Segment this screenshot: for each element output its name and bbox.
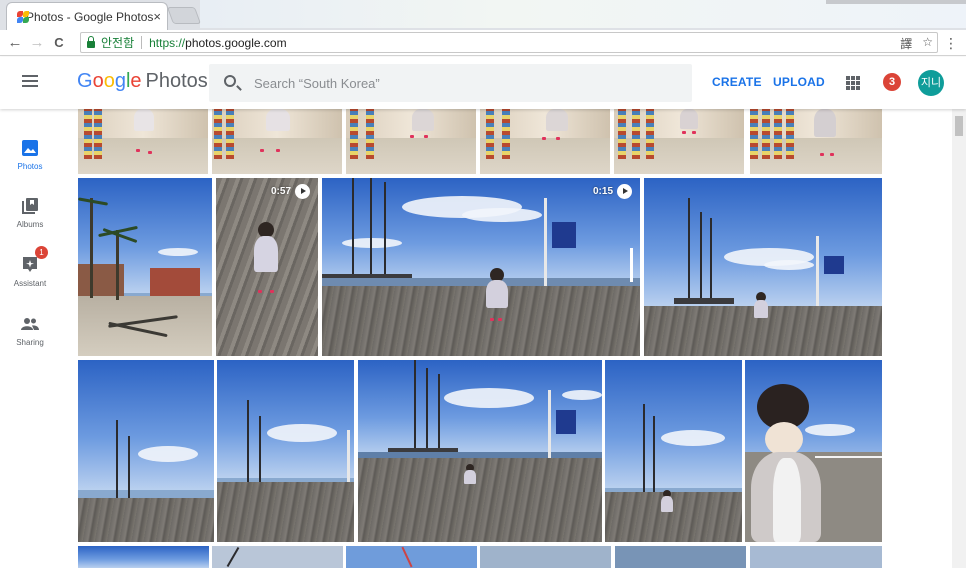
sidebar-item-label: Photos xyxy=(17,162,43,171)
video-duration: 0:15 xyxy=(592,186,613,197)
google-photos-logo[interactable]: Google Photos xyxy=(77,70,208,93)
window-controls[interactable] xyxy=(826,0,966,4)
photo-thumbnail[interactable] xyxy=(480,109,610,174)
photo-thumbnail[interactable] xyxy=(217,360,354,542)
play-icon xyxy=(617,184,632,199)
browser-menu-icon[interactable]: ⋮ xyxy=(944,35,958,52)
play-icon xyxy=(295,184,310,199)
sidebar-item-sharing[interactable]: Sharing xyxy=(0,315,60,347)
notifications-badge[interactable]: 3 xyxy=(883,73,901,91)
secure-label: 안전함 xyxy=(101,36,135,50)
lock-icon xyxy=(87,35,95,48)
url-protocol: https:// xyxy=(149,35,186,50)
app-header: GooglePhotos CREATE UPLOAD 3 지니 xyxy=(0,57,966,109)
close-tab-icon[interactable]: × xyxy=(153,9,161,24)
address-bar[interactable]: 안전함 https:// photos.google.com 譯 ☆ xyxy=(80,32,938,53)
photo-thumbnail[interactable] xyxy=(212,109,342,174)
logo-letter: o xyxy=(103,70,115,92)
logo-letter: g xyxy=(114,70,126,92)
video-duration-badge: 0:57 xyxy=(271,184,310,199)
sidebar-item-photos[interactable]: Photos xyxy=(0,139,60,171)
new-tab-button[interactable] xyxy=(166,7,202,24)
forward-button[interactable]: → xyxy=(26,34,48,51)
google-wordmark: Google xyxy=(77,70,142,92)
photo-thumbnail[interactable] xyxy=(615,546,746,568)
back-button[interactable]: ← xyxy=(4,34,26,51)
logo-letter: G xyxy=(77,70,93,92)
sidebar-item-albums[interactable]: Albums xyxy=(0,197,60,229)
account-avatar[interactable]: 지니 xyxy=(918,70,944,96)
upload-button[interactable]: UPLOAD xyxy=(773,75,825,89)
browser-tab-photos[interactable]: Photos - Google Photos × xyxy=(6,2,168,30)
sidebar-item-assistant[interactable]: 1 Assistant xyxy=(0,246,60,288)
scrollbar-thumb[interactable] xyxy=(955,116,963,136)
photo-thumbnail[interactable] xyxy=(78,109,208,174)
photo-thumbnail[interactable] xyxy=(78,546,209,568)
sidebar-item-label: Assistant xyxy=(13,279,47,288)
photo-thumbnail[interactable] xyxy=(644,178,882,356)
logo-letter: e xyxy=(130,70,142,92)
google-apps-icon[interactable] xyxy=(846,76,860,90)
url-host: photos.google.com xyxy=(185,35,287,50)
omnibox-divider xyxy=(141,36,143,49)
photo-thumbnail[interactable] xyxy=(358,360,602,542)
assistant-badge: 1 xyxy=(35,246,48,259)
albums-icon xyxy=(21,197,39,215)
page-scrollbar[interactable] xyxy=(952,109,966,568)
main-menu-icon[interactable] xyxy=(22,75,38,87)
assistant-icon: 1 xyxy=(21,246,48,274)
video-duration: 0:57 xyxy=(270,186,291,197)
tab-strip-background xyxy=(200,0,966,28)
reload-button[interactable]: C xyxy=(48,35,70,50)
browser-toolbar: ← → C 안전함 https:// photos.google.com 譯 ☆… xyxy=(0,30,966,56)
photo-thumbnail[interactable] xyxy=(745,360,882,542)
video-thumbnail[interactable]: 0:15 xyxy=(322,178,640,356)
logo-letter: o xyxy=(92,70,104,92)
sidebar-item-label: Sharing xyxy=(16,338,44,347)
photo-thumbnail[interactable] xyxy=(346,546,477,568)
photo-grid: 0:57 0:15 xyxy=(78,109,882,568)
logo-product-name: Photos xyxy=(145,70,208,92)
photo-thumbnail[interactable] xyxy=(78,360,214,542)
browser-tab-strip: Photos - Google Photos × xyxy=(0,0,966,30)
sharing-icon xyxy=(21,315,39,333)
photo-thumbnail[interactable] xyxy=(346,109,476,174)
sidebar-nav: Photos Albums 1 Assistant Sharing xyxy=(0,109,62,568)
photo-thumbnail[interactable] xyxy=(480,546,611,568)
create-button[interactable]: CREATE xyxy=(712,75,762,89)
search-input[interactable] xyxy=(254,75,674,91)
photo-thumbnail[interactable] xyxy=(212,546,343,568)
tab-title: Photos - Google Photos xyxy=(25,9,154,24)
video-thumbnail[interactable]: 0:57 xyxy=(216,178,318,356)
sidebar-item-label: Albums xyxy=(16,220,44,229)
photo-icon xyxy=(21,139,39,157)
search-bar[interactable] xyxy=(209,64,692,102)
photo-thumbnail[interactable] xyxy=(78,178,212,356)
photo-thumbnail[interactable] xyxy=(605,360,742,542)
photo-thumbnail[interactable] xyxy=(750,546,882,568)
video-duration-badge: 0:15 xyxy=(593,184,632,199)
google-photos-favicon-icon xyxy=(17,10,29,23)
search-icon[interactable] xyxy=(224,75,236,87)
photo-thumbnail[interactable] xyxy=(750,109,882,174)
translate-icon[interactable]: 譯 xyxy=(900,35,912,52)
bookmark-star-icon[interactable]: ☆ xyxy=(922,35,933,52)
photo-thumbnail[interactable] xyxy=(614,109,744,174)
